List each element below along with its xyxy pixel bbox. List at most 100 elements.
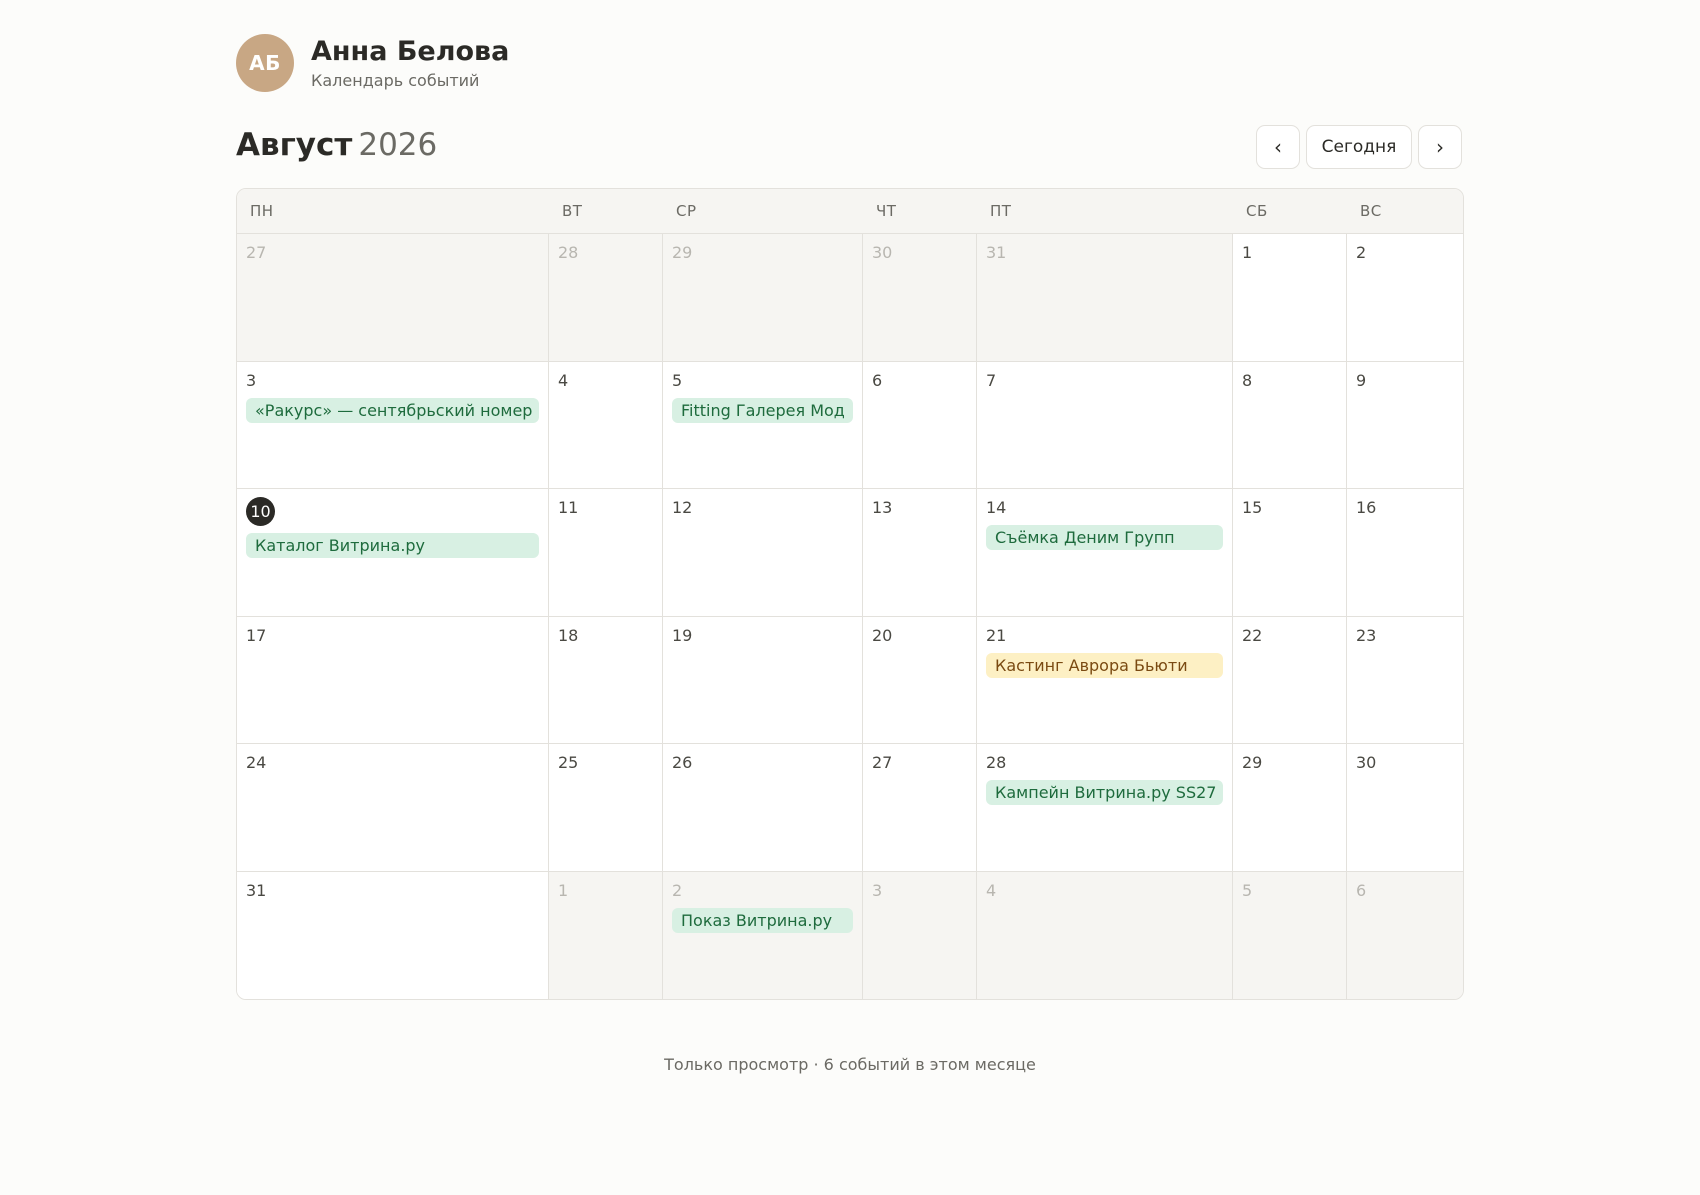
day-cell-outside-month[interactable]: 6 bbox=[1347, 871, 1463, 999]
day-cell[interactable]: 22 bbox=[1233, 616, 1347, 744]
day-cell[interactable]: 3 «Ракурс» — сентябрьский номер bbox=[237, 361, 549, 489]
prev-month-button[interactable]: ‹ bbox=[1256, 125, 1300, 169]
weekday-header: ПН bbox=[237, 189, 549, 234]
chevron-left-icon: ‹ bbox=[1274, 135, 1282, 159]
day-cell-outside-month[interactable]: 30 bbox=[863, 234, 977, 362]
day-number: 4 bbox=[986, 880, 997, 900]
day-number: 18 bbox=[558, 625, 579, 645]
day-cell[interactable]: 23 bbox=[1347, 616, 1463, 744]
today-button[interactable]: Сегодня bbox=[1306, 125, 1412, 169]
day-number: 26 bbox=[672, 753, 693, 772]
day-cell[interactable]: 26 bbox=[663, 744, 863, 872]
day-cell[interactable]: 12 bbox=[663, 489, 863, 617]
day-cell[interactable]: 8 bbox=[1233, 361, 1347, 489]
weekday-header: ВТ bbox=[549, 189, 663, 234]
day-cell[interactable]: 21 Кастинг Аврора Бьюти bbox=[977, 616, 1233, 744]
day-cell-outside-month[interactable]: 2 Показ Витрина.ру bbox=[663, 871, 863, 999]
day-cell-outside-month[interactable]: 5 bbox=[1233, 871, 1347, 999]
avatar: АБ bbox=[236, 34, 294, 92]
month-navigation: ‹ Сегодня › bbox=[1256, 125, 1462, 169]
day-number: 14 bbox=[986, 498, 1007, 517]
day-number: 15 bbox=[1242, 498, 1263, 517]
day-cell[interactable]: 14 Съёмка Деним Групп bbox=[977, 489, 1233, 617]
event-chip[interactable]: Показ Витрина.ру bbox=[672, 907, 853, 933]
footer-status: Только просмотр · 6 событий в этом месяц… bbox=[664, 1055, 1036, 1074]
day-number: 28 bbox=[986, 753, 1007, 772]
day-number: 19 bbox=[672, 625, 693, 645]
day-cell[interactable]: 2 bbox=[1347, 234, 1463, 362]
day-number: 22 bbox=[1242, 625, 1263, 645]
day-number: 27 bbox=[872, 753, 893, 772]
day-cell-outside-month[interactable]: 29 bbox=[663, 234, 863, 362]
day-cell[interactable]: 30 bbox=[1347, 744, 1463, 872]
day-number: 23 bbox=[1356, 625, 1377, 645]
month-name: Август bbox=[236, 127, 353, 163]
calendar-grid: ПН ВТ СР ЧТ ПТ СБ ВС 27 28 29 30 31 1 2 3 «Ракурс» — се… bbox=[236, 188, 1464, 1000]
event-chip[interactable]: Fitting Галерея Мод bbox=[672, 397, 853, 423]
day-number: 17 bbox=[246, 625, 267, 645]
day-cell[interactable]: 17 bbox=[237, 616, 549, 744]
day-number: 31 bbox=[246, 880, 267, 900]
weekday-header: ЧТ bbox=[863, 189, 977, 234]
day-number: 31 bbox=[986, 243, 1007, 262]
day-cell[interactable]: 1 bbox=[1233, 234, 1347, 362]
day-number: 11 bbox=[558, 498, 579, 517]
day-cell[interactable]: 5 Fitting Галерея Мод bbox=[663, 361, 863, 489]
day-cell[interactable]: 13 bbox=[863, 489, 977, 617]
event-chip[interactable]: Кастинг Аврора Бьюти bbox=[986, 652, 1223, 678]
day-cell[interactable]: 29 bbox=[1233, 744, 1347, 872]
day-number: 30 bbox=[872, 243, 893, 262]
day-number: 6 bbox=[872, 370, 883, 390]
day-number: 24 bbox=[246, 753, 267, 772]
month-title: Август 2026 bbox=[236, 125, 437, 165]
day-cell-outside-month[interactable]: 28 bbox=[549, 234, 663, 362]
day-cell[interactable]: 6 bbox=[863, 361, 977, 489]
day-cell-outside-month[interactable]: 27 bbox=[237, 234, 549, 362]
day-number: 2 bbox=[1356, 243, 1367, 262]
day-cell[interactable]: 11 bbox=[549, 489, 663, 617]
day-cell[interactable]: 27 bbox=[863, 744, 977, 872]
day-number: 3 bbox=[872, 880, 883, 900]
day-number: 12 bbox=[672, 498, 693, 517]
day-cell-outside-month[interactable]: 31 bbox=[977, 234, 1233, 362]
day-cell[interactable]: 31 bbox=[237, 871, 549, 999]
day-cell[interactable]: 19 bbox=[663, 616, 863, 744]
day-number: 7 bbox=[986, 370, 997, 390]
event-chip[interactable]: Кампейн Витрина.ру SS27 bbox=[986, 780, 1223, 805]
today-day-number: 10 bbox=[246, 497, 275, 526]
day-number: 29 bbox=[1242, 753, 1263, 772]
event-chip[interactable]: Каталог Витрина.ру bbox=[246, 533, 539, 558]
year-label: 2026 bbox=[358, 127, 438, 163]
day-number: 21 bbox=[986, 625, 1007, 645]
day-number: 5 bbox=[672, 370, 683, 390]
event-chip[interactable]: Съёмка Деним Групп bbox=[986, 525, 1223, 550]
event-chip[interactable]: «Ракурс» — сентябрьский номер bbox=[246, 397, 539, 423]
day-number: 13 bbox=[872, 498, 893, 517]
day-cell-outside-month[interactable]: 4 bbox=[977, 871, 1233, 999]
day-cell[interactable]: 18 bbox=[549, 616, 663, 744]
day-number: 2 bbox=[672, 880, 683, 900]
day-number: 4 bbox=[558, 370, 569, 390]
day-cell-outside-month[interactable]: 1 bbox=[549, 871, 663, 999]
profile-name: Анна Белова bbox=[311, 35, 510, 67]
day-cell[interactable]: 7 bbox=[977, 361, 1233, 489]
weekday-header: ВС bbox=[1347, 189, 1463, 234]
day-cell[interactable]: 9 bbox=[1347, 361, 1463, 489]
day-number: 29 bbox=[672, 243, 693, 262]
day-cell[interactable]: 4 bbox=[549, 361, 663, 489]
day-number: 6 bbox=[1356, 880, 1367, 900]
next-month-button[interactable]: › bbox=[1418, 125, 1462, 169]
day-number: 16 bbox=[1356, 498, 1377, 517]
day-cell[interactable]: 20 bbox=[863, 616, 977, 744]
day-cell[interactable]: 15 bbox=[1233, 489, 1347, 617]
chevron-right-icon: › bbox=[1436, 135, 1444, 159]
day-cell[interactable]: 28 Кампейн Витрина.ру SS27 bbox=[977, 744, 1233, 872]
day-cell[interactable]: 25 bbox=[549, 744, 663, 872]
day-cell[interactable]: 16 bbox=[1347, 489, 1463, 617]
day-cell[interactable]: 10 Каталог Витрина.ру bbox=[237, 489, 549, 617]
day-cell-outside-month[interactable]: 3 bbox=[863, 871, 977, 999]
day-cell[interactable]: 24 bbox=[237, 744, 549, 872]
day-number: 5 bbox=[1242, 880, 1253, 900]
profile-header: АБ Анна Белова Календарь событий bbox=[236, 34, 509, 92]
day-number: 1 bbox=[1242, 243, 1253, 262]
